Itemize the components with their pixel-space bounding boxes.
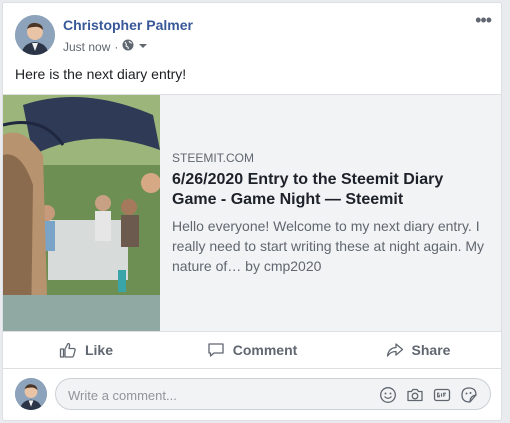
post-text: Here is the next diary entry!	[15, 66, 187, 82]
commenter-avatar[interactable]	[15, 378, 47, 410]
share-icon	[386, 341, 404, 359]
gif-icon[interactable]	[433, 386, 451, 404]
share-button[interactable]: Share	[335, 332, 501, 368]
sticker-icon[interactable]	[460, 386, 478, 404]
timestamp[interactable]: Just now	[63, 40, 110, 54]
link-title[interactable]: 6/26/2020 Entry to the Steemit Diary Gam…	[172, 170, 489, 210]
comment-icon	[207, 341, 225, 359]
chevron-down-icon[interactable]	[138, 40, 148, 54]
link-preview[interactable]: STEEMIT.COM 6/26/2020 Entry to the Steem…	[3, 94, 501, 332]
link-info[interactable]: STEEMIT.COM 6/26/2020 Entry to the Steem…	[172, 151, 489, 276]
camera-icon[interactable]	[406, 386, 424, 404]
comment-input[interactable]: Write a comment...	[68, 388, 177, 403]
like-button[interactable]: Like	[3, 332, 169, 368]
share-label: Share	[411, 342, 451, 358]
comment-input-box[interactable]: Write a comment...	[55, 378, 491, 410]
author-name[interactable]: Christopher Palmer	[63, 17, 193, 33]
comment-label: Comment	[232, 342, 298, 358]
post-card: Christopher Palmer Just now · ••• Here i…	[2, 2, 502, 421]
post-actions: Like Comment Share	[3, 332, 501, 369]
comment-attachment-icons	[379, 386, 478, 404]
link-description: Hello everyone! Welcome to my next diary…	[172, 218, 485, 274]
link-thumbnail[interactable]	[3, 95, 160, 331]
meta-separator: ·	[114, 39, 119, 54]
link-domain: STEEMIT.COM	[172, 151, 255, 165]
emoji-icon[interactable]	[379, 386, 397, 404]
post-meta: Just now ·	[63, 39, 148, 54]
thumbs-up-icon	[59, 341, 77, 359]
more-options-icon[interactable]: •••	[475, 11, 492, 29]
comment-button[interactable]: Comment	[169, 332, 335, 368]
author-avatar[interactable]	[15, 15, 55, 55]
like-label: Like	[84, 342, 113, 358]
globe-icon[interactable]	[122, 39, 134, 54]
